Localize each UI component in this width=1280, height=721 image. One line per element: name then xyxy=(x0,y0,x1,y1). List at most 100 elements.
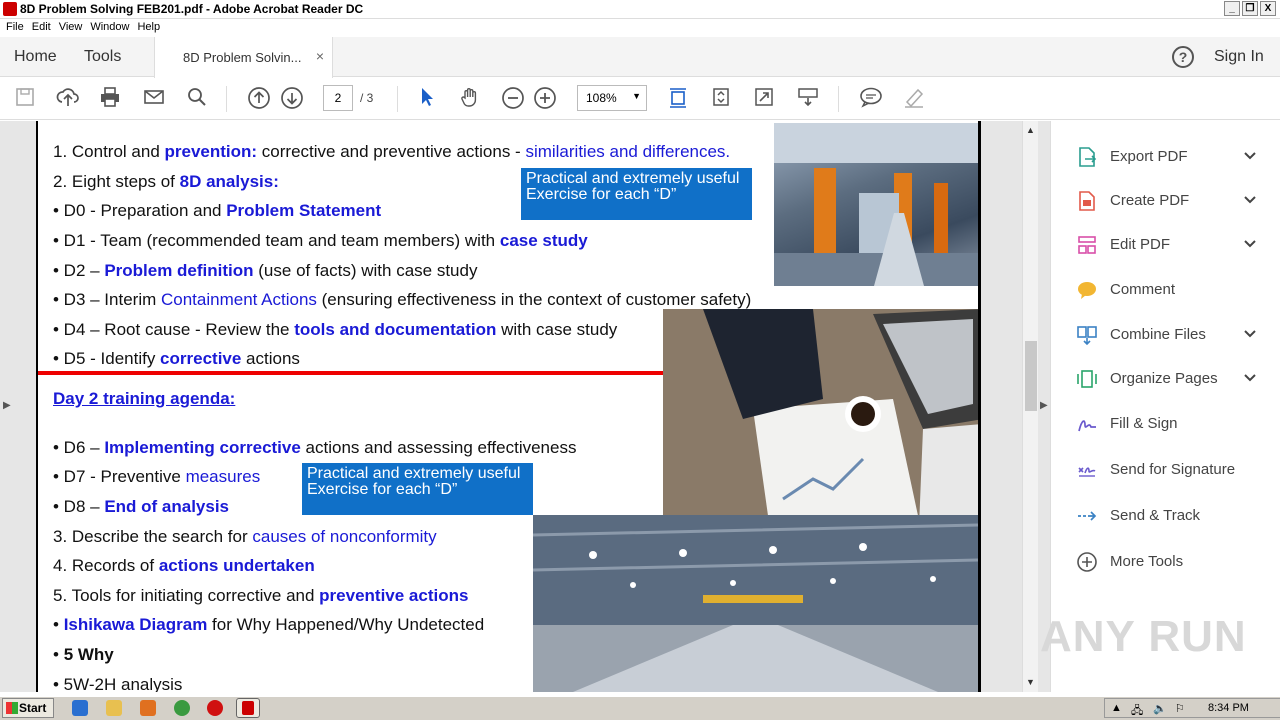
tab-document[interactable]: 8D Problem Solvin... × xyxy=(154,37,333,78)
anyrun-watermark: ANY RUN xyxy=(1040,612,1247,661)
tab-tools[interactable]: Tools xyxy=(84,48,121,66)
chevron-down-icon[interactable] xyxy=(1243,327,1257,344)
hand-tool-icon[interactable] xyxy=(457,86,483,112)
tool-item-label: Edit PDF xyxy=(1110,236,1171,253)
restore-button[interactable]: ❐ xyxy=(1242,1,1258,16)
agenda-line-d2: • D2 – Problem definition (use of facts)… xyxy=(53,261,478,280)
menu-view[interactable]: View xyxy=(57,19,89,37)
export-pdf-icon xyxy=(1076,146,1098,168)
scrollbar-thumb[interactable] xyxy=(1025,341,1037,411)
tab-home[interactable]: Home xyxy=(14,48,57,66)
acrobat-app-icon xyxy=(3,2,17,16)
chevron-down-icon: ▼ xyxy=(632,91,641,101)
email-icon[interactable] xyxy=(141,86,167,112)
title-bar: 8D Problem Solving FEB201.pdf - Adobe Ac… xyxy=(0,0,1280,19)
next-page-icon[interactable] xyxy=(279,86,305,112)
media-player-icon[interactable] xyxy=(140,700,156,716)
clock: 8:34 PM xyxy=(1208,702,1249,714)
menu-edit[interactable]: Edit xyxy=(30,19,57,37)
chrome-icon[interactable] xyxy=(174,700,190,716)
tool-item-label: Send & Track xyxy=(1110,507,1201,524)
robot-factory-photo xyxy=(774,123,978,286)
pdf-page: 1. Control and prevention: corrective an… xyxy=(36,121,981,692)
fill-sign-icon xyxy=(1076,413,1098,435)
warehouse-hall-photo xyxy=(533,515,978,692)
scrolling-mode-icon[interactable] xyxy=(795,86,821,112)
menu-help[interactable]: Help xyxy=(135,19,166,37)
chevron-down-icon[interactable] xyxy=(1243,149,1257,166)
agenda-line-d0: • D0 - Preparation and Problem Statement xyxy=(53,201,382,220)
combine-files-icon xyxy=(1076,324,1098,346)
close-tab-icon[interactable]: × xyxy=(316,48,324,64)
agenda-line-4: 4. Records of actions undertaken xyxy=(53,556,315,575)
section-divider xyxy=(38,371,663,375)
acrobat-taskbar-button[interactable] xyxy=(236,698,260,718)
agenda-line-d5: • D5 - Identify corrective actions xyxy=(53,349,300,368)
highlight-pen-icon[interactable] xyxy=(901,86,927,112)
tool-item-label: Comment xyxy=(1110,281,1176,298)
tab-document-label: 8D Problem Solvin... xyxy=(183,50,302,65)
zoom-select[interactable]: 108% ▼ xyxy=(577,85,647,111)
window-title: 8D Problem Solving FEB201.pdf - Adobe Ac… xyxy=(20,2,364,16)
opera-icon[interactable] xyxy=(207,700,223,716)
save-icon[interactable] xyxy=(12,86,38,112)
chevron-down-icon[interactable] xyxy=(1243,237,1257,254)
send-track-icon xyxy=(1076,505,1098,527)
organize-pages-icon xyxy=(1076,368,1098,390)
fit-page-icon[interactable] xyxy=(665,86,691,112)
agenda-line-d1: • D1 - Team (recommended team and team m… xyxy=(53,231,588,250)
zoom-out-icon[interactable] xyxy=(500,86,526,112)
send-signature-icon xyxy=(1076,459,1098,481)
menu-window[interactable]: Window xyxy=(88,19,135,37)
toolbar-divider xyxy=(226,86,227,112)
search-icon[interactable] xyxy=(184,86,210,112)
agenda-line-d8: • D8 – End of analysis xyxy=(53,497,230,516)
start-button[interactable]: Start xyxy=(2,698,54,718)
agenda-line-d4: • D4 – Root cause - Review the tools and… xyxy=(53,320,618,339)
network-icon[interactable]: 🖧 xyxy=(1131,702,1143,721)
tool-item-label: Export PDF xyxy=(1110,148,1188,165)
chevron-down-icon[interactable] xyxy=(1243,371,1257,388)
volume-icon[interactable]: 🔈 xyxy=(1153,702,1167,715)
agenda-line-3: 3. Describe the search for causes of non… xyxy=(53,527,437,546)
exercise-callout-2: Practical and extremely useful Exercise … xyxy=(302,463,533,515)
previous-page-icon[interactable] xyxy=(246,86,272,112)
select-cursor-icon[interactable] xyxy=(414,86,440,112)
rotate-page-icon[interactable] xyxy=(708,86,734,112)
exercise-callout-1: Practical and extremely useful Exercise … xyxy=(521,168,752,220)
sign-in-link[interactable]: Sign In xyxy=(1214,48,1264,66)
explorer-icon[interactable] xyxy=(106,700,122,716)
help-icon[interactable]: ? xyxy=(1172,46,1194,68)
action-center-flag-icon[interactable]: ⚐ xyxy=(1175,702,1185,715)
print-icon[interactable] xyxy=(97,86,123,112)
scroll-up-icon[interactable]: ▲ xyxy=(1026,125,1035,135)
chevron-down-icon[interactable] xyxy=(1243,193,1257,210)
upload-cloud-icon[interactable] xyxy=(55,86,81,112)
ie-icon[interactable] xyxy=(72,700,88,716)
close-window-button[interactable]: X xyxy=(1260,1,1276,16)
scroll-down-icon[interactable]: ▼ xyxy=(1026,677,1035,687)
zoom-in-icon[interactable] xyxy=(532,86,558,112)
agenda-line-5why: • 5 Why xyxy=(53,645,114,664)
more-tools-icon xyxy=(1076,551,1098,573)
tool-item-label: Combine Files xyxy=(1110,326,1206,343)
left-pane-toggle-icon[interactable]: ▶ xyxy=(3,400,11,411)
tray-expand-icon[interactable]: ▲ xyxy=(1111,702,1122,714)
menu-file[interactable]: File xyxy=(4,19,30,37)
full-screen-icon[interactable] xyxy=(751,86,777,112)
agenda-line-d7: • D7 - Preventive measures xyxy=(53,467,261,486)
day2-heading: Day 2 training agenda: xyxy=(53,389,236,408)
page-number-input[interactable]: 2 xyxy=(323,85,353,111)
agenda-line-d6: • D6 – Implementing corrective actions a… xyxy=(53,438,577,457)
edit-pdf-icon xyxy=(1076,234,1098,256)
system-tray: ▲ 🖧 🔈 ⚐ xyxy=(1104,698,1280,718)
comment-tool-icon[interactable] xyxy=(858,86,884,112)
zoom-value: 108% xyxy=(586,91,617,105)
minimize-button[interactable]: _ xyxy=(1224,1,1240,16)
vertical-scrollbar[interactable]: ▲ ▼ xyxy=(1022,121,1038,692)
right-pane-toggle-icon[interactable]: ▶ xyxy=(1040,400,1048,411)
menu-bar: File Edit View Window Help xyxy=(0,19,1280,37)
agenda-line-5: 5. Tools for initiating corrective and p… xyxy=(53,586,469,605)
agenda-line-5w2h: • 5W-2H analysis xyxy=(53,675,183,692)
tool-item-label: More Tools xyxy=(1110,553,1184,570)
